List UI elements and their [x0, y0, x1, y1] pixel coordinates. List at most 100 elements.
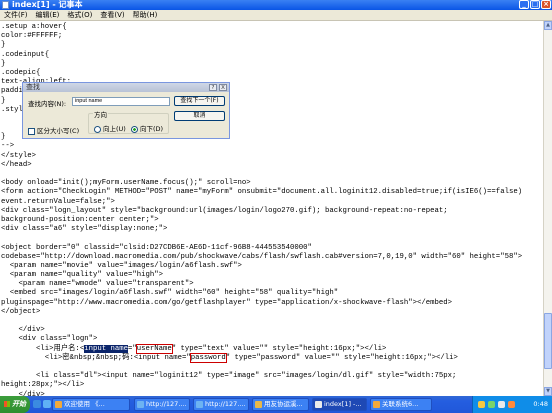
menu-format[interactable]: 格式(O)	[63, 10, 96, 20]
window-icon	[373, 401, 380, 408]
code-line: <body onload="init();myForm.userName.foc…	[1, 179, 251, 188]
tray-icon[interactable]	[508, 401, 515, 408]
taskbar-button[interactable]: 用友协运溪...	[252, 398, 309, 411]
code-line: <param name="movie" value="images/login/…	[1, 261, 242, 270]
menu-file[interactable]: 文件(F)	[0, 10, 32, 20]
taskbar-button[interactable]: 关联系统6...	[370, 398, 432, 411]
boxed-attribute: userName	[135, 343, 173, 354]
code-text: " type="password" value="" style="height…	[225, 353, 458, 362]
code-line: .codepic{	[1, 68, 41, 77]
match-case-checkbox[interactable]: 区分大小写(C)	[28, 125, 79, 135]
code-line: .setup a:hover{	[1, 23, 67, 31]
code-line: height:28px;"></li>	[1, 381, 85, 390]
menu-edit[interactable]: 编辑(E)	[32, 10, 64, 20]
code-line: background-position:center center;">	[1, 215, 159, 224]
cancel-button[interactable]: 取消	[174, 111, 225, 121]
taskbar: 开始 欢迎使用 《... http://127.... http://127....…	[0, 396, 552, 413]
code-line: <li class="dl"><input name="loginit12" t…	[1, 372, 457, 381]
taskbar-button[interactable]: http://127....	[134, 398, 190, 411]
code-line: .codeinput{	[1, 50, 50, 59]
code-text: <li>用户名:<	[1, 344, 85, 353]
window-icon	[137, 401, 144, 408]
code-line: <form action="CheckLogin" METHOD="POST" …	[1, 188, 523, 197]
find-what-label: 查找内容(N):	[28, 100, 67, 108]
windows-logo-icon	[4, 401, 10, 407]
match-case-label: 区分大小写(C)	[37, 127, 80, 135]
clock: 0:48	[533, 400, 548, 408]
code-line: <param name="quality" value="high">	[1, 271, 164, 280]
minimize-icon[interactable]: _	[519, 0, 529, 9]
code-line: event.returnValue=false;">	[1, 197, 115, 206]
text-editor[interactable]: .setup a:hover{color:#FFFFFF;} .codeinput…	[0, 21, 543, 396]
maximize-icon[interactable]: □	[530, 0, 540, 9]
direction-label: 方向	[93, 109, 108, 119]
window-controls: _ □ ×	[518, 0, 551, 10]
code-line: <embed src="images/login/a6flash.swf" wi…	[1, 289, 339, 298]
tray-icon[interactable]	[498, 401, 505, 408]
taskbar-button-label: 用友协运溪...	[264, 400, 303, 408]
taskbar-button-label: http://127....	[205, 400, 246, 408]
window-icon	[55, 401, 62, 408]
code-text: " type="text" value="" style="height:16p…	[171, 344, 387, 353]
start-button[interactable]: 开始	[0, 396, 30, 413]
code-line: <div class="logn">	[1, 335, 98, 344]
taskbar-button-label: http://127....	[146, 400, 187, 408]
menu-bar: 文件(F) 编辑(E) 格式(O) 查看(V) 帮助(H)	[0, 10, 552, 21]
code-line: </style>	[1, 151, 37, 160]
window-title-bar[interactable]: index[1] - 记事本 _ □ ×	[0, 0, 552, 10]
menu-view[interactable]: 查看(V)	[96, 10, 128, 20]
internet-explorer-icon[interactable]	[43, 400, 51, 408]
code-line: }	[1, 59, 6, 68]
code-line: codebase="http://download.macromedia.com…	[1, 252, 523, 261]
scroll-down-icon[interactable]: ▼	[544, 387, 552, 396]
help-icon[interactable]: ?	[209, 84, 217, 91]
find-what-input[interactable]: input name	[72, 97, 170, 106]
system-tray: 0:48	[472, 396, 552, 413]
window-icon	[196, 401, 203, 408]
radio-icon	[94, 125, 101, 133]
taskbar-button-label: 关联系统6...	[382, 400, 419, 408]
taskbar-button[interactable]: http://127....	[193, 398, 249, 411]
find-next-button[interactable]: 查找下一个(F)	[174, 96, 225, 106]
checkbox-icon	[28, 127, 35, 135]
direction-up-label: 向上(U)	[103, 125, 126, 133]
start-label: 开始	[12, 400, 26, 408]
taskbar-button[interactable]: index[1] -...	[312, 398, 367, 411]
vertical-scrollbar[interactable]: ▲ ▼	[543, 21, 552, 396]
taskbar-button[interactable]: 欢迎使用 《...	[52, 398, 130, 411]
code-line: -->	[1, 142, 15, 151]
show-desktop-icon[interactable]	[33, 400, 41, 408]
taskbar-button-label: 欢迎使用 《...	[64, 400, 105, 408]
close-icon[interactable]: X	[219, 84, 227, 91]
code-line: <li>用户名:<input name="userName" type="tex…	[1, 343, 522, 354]
code-line: pluginspage="http://www.macromedia.com/g…	[1, 298, 453, 307]
code-line: </head>	[1, 160, 32, 169]
close-icon[interactable]: ×	[541, 0, 551, 9]
search-match-highlight: input name	[84, 344, 128, 353]
window-title: index[1] - 记事本	[12, 0, 83, 9]
source-code: .setup a:hover{color:#FFFFFF;} .codeinput…	[1, 23, 522, 396]
direction-down-radio[interactable]: 向下(D)	[131, 123, 163, 133]
menu-help[interactable]: 帮助(H)	[129, 10, 162, 20]
tray-icon[interactable]	[478, 401, 485, 408]
direction-up-radio[interactable]: 向上(U)	[94, 123, 126, 133]
taskbar-button-label: index[1] -...	[324, 400, 362, 408]
code-line: <li>密&nbsp;&nbsp;码:<input name="password…	[1, 352, 522, 363]
direction-down-label: 向下(D)	[140, 125, 164, 133]
scroll-thumb[interactable]	[544, 313, 552, 369]
code-text: ="	[128, 344, 137, 353]
find-dialog-title: 查找	[26, 83, 40, 91]
scroll-up-icon[interactable]: ▲	[544, 21, 552, 30]
find-dialog-title-bar[interactable]: 查找 ? X	[23, 83, 229, 92]
code-line: </object>	[1, 307, 41, 316]
tray-icon[interactable]	[488, 401, 495, 408]
code-line: <div class="logn_layout" style="backgrou…	[1, 206, 448, 215]
code-line: }	[1, 41, 6, 50]
code-line: </div>	[1, 326, 45, 335]
notepad-icon	[2, 1, 9, 9]
radio-icon	[131, 125, 138, 133]
window-icon	[255, 401, 262, 408]
